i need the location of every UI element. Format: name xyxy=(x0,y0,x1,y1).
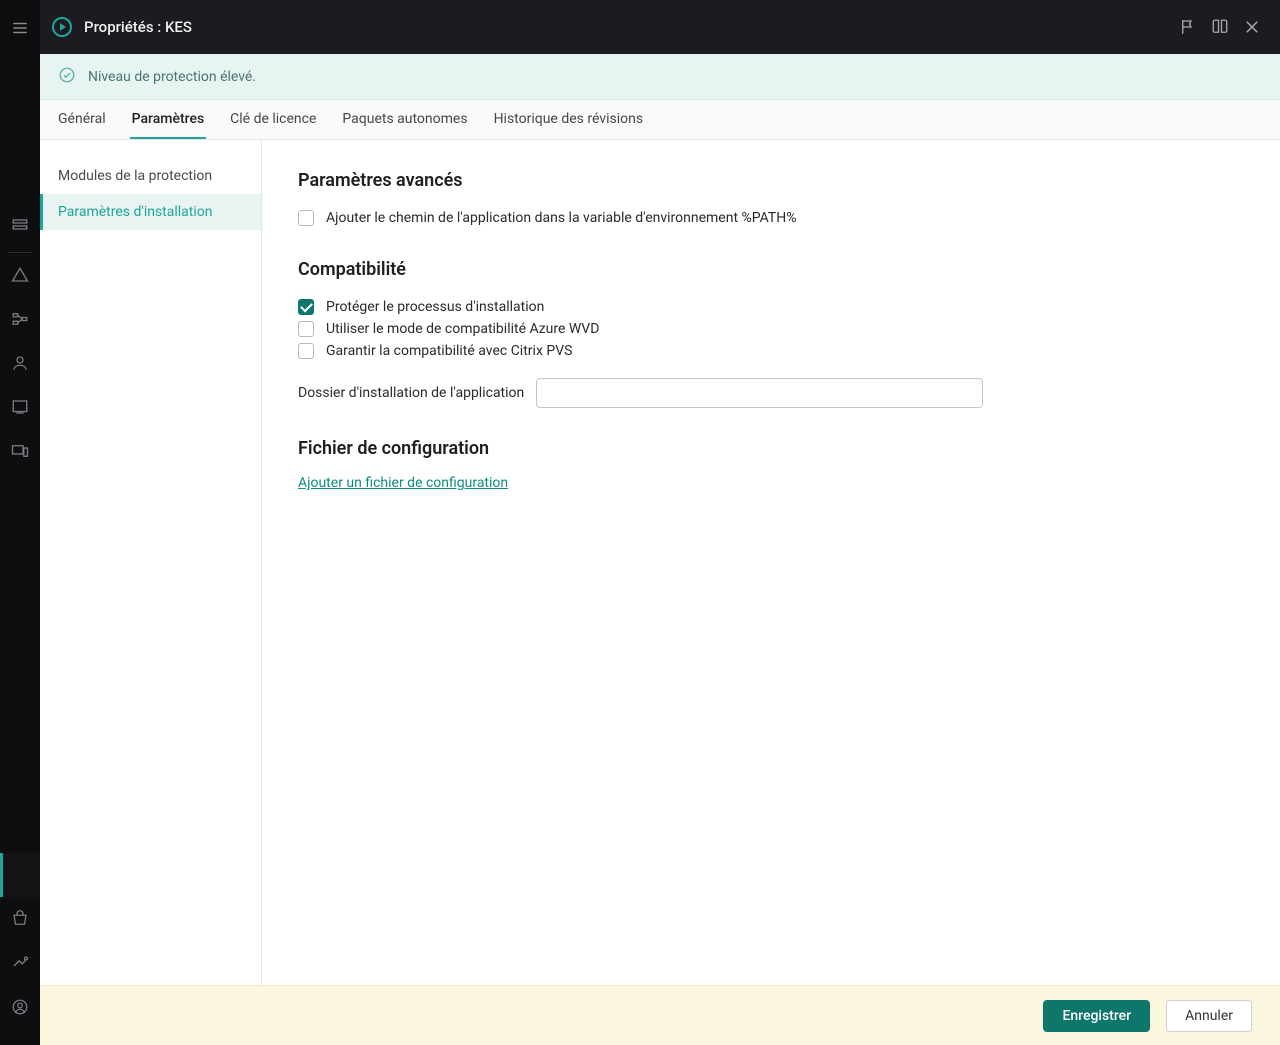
check-row-azure-wvd: Utiliser le mode de compatibilité Azure … xyxy=(298,318,1244,340)
checkbox-add-path[interactable] xyxy=(298,210,314,226)
add-config-file-link[interactable]: Ajouter un fichier de configuration xyxy=(298,475,508,491)
check-circle-icon xyxy=(58,66,76,88)
product-icon xyxy=(50,15,74,39)
protection-level-banner: Niveau de protection élevé. xyxy=(40,54,1280,100)
install-folder-row: Dossier d'installation de l'application xyxy=(298,378,1244,408)
subnav-item-installation-settings[interactable]: Paramètres d'installation xyxy=(40,194,261,230)
subnav: Modules de la protection Paramètres d'in… xyxy=(40,140,262,985)
label-azure-wvd: Utiliser le mode de compatibilité Azure … xyxy=(326,321,599,337)
section-config-title: Fichier de configuration xyxy=(298,438,1244,459)
content: Modules de la protection Paramètres d'in… xyxy=(40,140,1280,985)
page-title: Propriétés : KES xyxy=(84,18,192,36)
banner-message: Niveau de protection élevé. xyxy=(88,69,256,85)
rail-item-alerts[interactable] xyxy=(0,253,40,297)
check-row-add-path: Ajouter le chemin de l'application dans … xyxy=(298,207,1244,229)
tab-revision-history[interactable]: Historique des révisions xyxy=(492,101,646,139)
topbar: Propriétés : KES xyxy=(40,0,1280,54)
properties-panel: Propriétés : KES Niveau de protection él… xyxy=(40,0,1280,1045)
main: Paramètres avancés Ajouter le chemin de … xyxy=(262,140,1280,985)
rail-item-devices[interactable] xyxy=(0,429,40,473)
hamburger-menu-icon[interactable] xyxy=(0,12,40,44)
flag-icon[interactable] xyxy=(1174,13,1202,41)
check-row-protect-install: Protéger le processus d'installation xyxy=(298,296,1244,318)
checkbox-protect-install[interactable] xyxy=(298,299,314,315)
check-row-citrix-pvs: Garantir la compatibilité avec Citrix PV… xyxy=(298,340,1244,362)
rail-item-users[interactable] xyxy=(0,341,40,385)
close-icon[interactable] xyxy=(1238,13,1266,41)
rail-item-marketplace[interactable] xyxy=(0,897,40,941)
rail-item-account[interactable] xyxy=(0,985,40,1029)
tabs: Général Paramètres Clé de licence Paquet… xyxy=(40,100,1280,140)
section-compat-title: Compatibilité xyxy=(298,259,1244,280)
tab-general[interactable]: Général xyxy=(56,101,108,139)
section-advanced-title: Paramètres avancés xyxy=(298,170,1244,191)
save-button[interactable]: Enregistrer xyxy=(1043,1000,1150,1032)
rail-item-dashboard[interactable] xyxy=(0,204,40,248)
section-compat: Compatibilité Protéger le processus d'in… xyxy=(298,259,1244,408)
section-advanced: Paramètres avancés Ajouter le chemin de … xyxy=(298,170,1244,229)
install-folder-label: Dossier d'installation de l'application xyxy=(298,385,524,401)
cancel-button[interactable]: Annuler xyxy=(1166,1000,1252,1032)
rail-item-active[interactable] xyxy=(0,853,40,897)
label-add-path: Ajouter le chemin de l'application dans … xyxy=(326,210,797,226)
rail-item-tasks[interactable] xyxy=(0,385,40,429)
rail-item-assets[interactable] xyxy=(0,297,40,341)
tab-license-key[interactable]: Clé de licence xyxy=(228,101,318,139)
subnav-item-protection-modules[interactable]: Modules de la protection xyxy=(40,158,261,194)
checkbox-azure-wvd[interactable] xyxy=(298,321,314,337)
install-folder-input[interactable] xyxy=(536,378,983,408)
tab-standalone-packages[interactable]: Paquets autonomes xyxy=(340,101,469,139)
label-citrix-pvs: Garantir la compatibilité avec Citrix PV… xyxy=(326,343,572,359)
footer: Enregistrer Annuler xyxy=(40,985,1280,1045)
book-icon[interactable] xyxy=(1206,13,1234,41)
tab-settings[interactable]: Paramètres xyxy=(130,101,207,139)
left-rail xyxy=(0,0,40,1045)
section-config: Fichier de configuration Ajouter un fich… xyxy=(298,438,1244,491)
checkbox-citrix-pvs[interactable] xyxy=(298,343,314,359)
label-protect-install: Protéger le processus d'installation xyxy=(326,299,544,315)
rail-item-settings[interactable] xyxy=(0,941,40,985)
